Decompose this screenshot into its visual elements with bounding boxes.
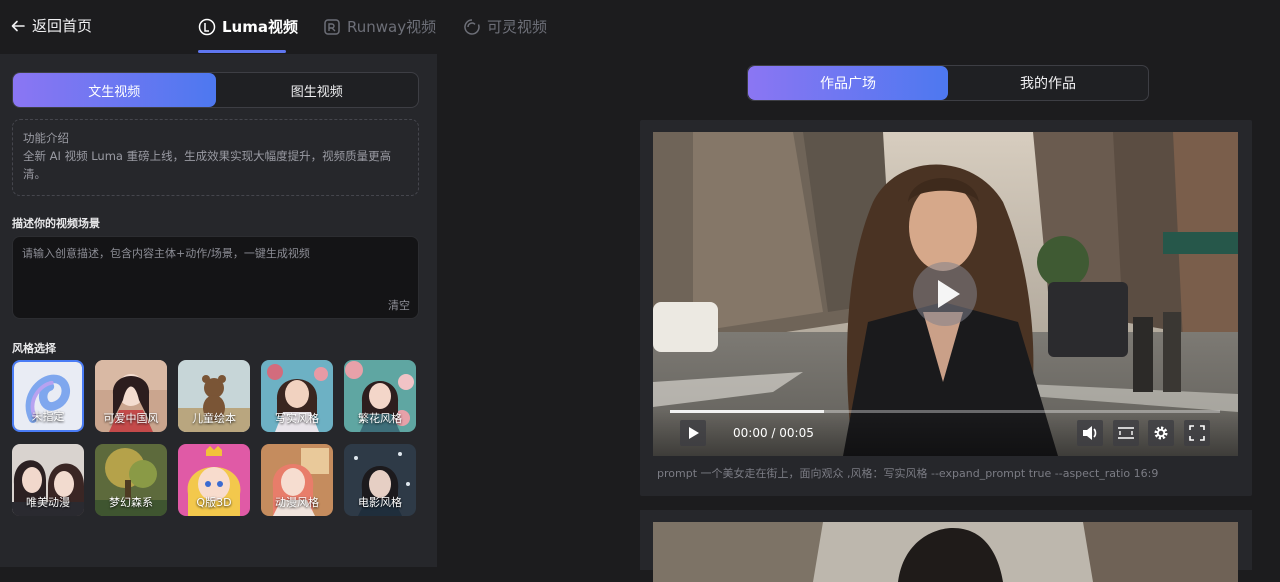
style-name: 电影风格 (358, 496, 402, 509)
style-card-realistic[interactable]: 写实风格 (261, 360, 333, 432)
clear-button[interactable]: 清空 (388, 297, 410, 313)
fullscreen-icon (1189, 425, 1205, 441)
style-name: 可爱中国风 (103, 412, 159, 425)
video-frame (653, 522, 1238, 582)
style-name: 唯美动漫 (26, 496, 70, 509)
gallery-switch: 作品广场 我的作品 (747, 65, 1149, 101)
text-to-video-tab[interactable]: 文生视频 (13, 73, 216, 107)
volume-icon (1083, 426, 1097, 440)
style-label: 风格选择 (12, 342, 56, 355)
tab-kling[interactable]: 可灵视频 (463, 16, 547, 37)
feature-intro-box: 功能介绍 全新 AI 视频 Luma 重磅上线，生成效果实现大幅度提升，视频质量… (12, 119, 419, 196)
kling-logo-icon (464, 18, 480, 35)
style-card-unspecified[interactable]: 未指定 (12, 360, 84, 432)
style-card-anime[interactable]: 动漫风格 (261, 444, 333, 516)
tab-luma[interactable]: Luma视频 (198, 16, 298, 37)
tab-luma-label: Luma视频 (222, 18, 298, 36)
style-card-q-3d[interactable]: Q版3D (178, 444, 250, 516)
gear-icon (1154, 426, 1168, 440)
style-card-kids-picture-book[interactable]: 儿童绘本 (178, 360, 250, 432)
feature-intro-text: 全新 AI 视频 Luma 重磅上线，生成效果实现大幅度提升，视频质量更高清。 (23, 149, 392, 181)
style-name: 梦幻森系 (109, 496, 153, 509)
mute-button[interactable] (1077, 420, 1103, 446)
scene-input-box: 清空 (12, 236, 419, 319)
style-card-fantasy-forest[interactable]: 梦幻森系 (95, 444, 167, 516)
my-works-tab[interactable]: 我的作品 (948, 66, 1148, 100)
arrow-left-icon (11, 20, 25, 31)
works-plaza-tab[interactable]: 作品广场 (748, 66, 948, 100)
tab-runway[interactable]: Runway视频 (323, 16, 436, 37)
settings-button[interactable] (1148, 420, 1174, 446)
video-card: 00:00 / 00:05 prompt 一个美女走在街上，面向观众 ,风格：写… (640, 120, 1252, 496)
tab-runway-label: Runway视频 (347, 18, 437, 36)
theater-mode-button[interactable] (1113, 420, 1139, 446)
style-card-cute-chinese[interactable]: 可爱中国风 (95, 360, 167, 432)
video-prompt: prompt 一个美女走在街上，面向观众 ,风格：写实风格 --expand_p… (657, 467, 1159, 480)
wide-mode-icon (1118, 427, 1134, 439)
top-bar: 返回首页 Luma视频 Runway视频 可灵视频 (0, 0, 1280, 54)
tab-kling-label: 可灵视频 (487, 18, 548, 36)
back-home-label: 返回首页 (32, 17, 93, 35)
video-controls: 00:00 / 00:05 (653, 410, 1238, 456)
luma-logo-icon (198, 18, 216, 35)
style-name: 繁花风格 (358, 412, 402, 425)
style-name: 儿童绘本 (192, 412, 236, 425)
generation-panel: 文生视频 图生视频 功能介绍 全新 AI 视频 Luma 重磅上线，生成效果实现… (0, 54, 437, 567)
runway-logo-icon (324, 18, 340, 35)
style-name: Q版3D (196, 496, 232, 509)
fullscreen-button[interactable] (1184, 420, 1210, 446)
mode-switch: 文生视频 图生视频 (12, 72, 419, 108)
time-display: 00:00 / 00:05 (733, 426, 814, 440)
style-card-blossom[interactable]: 繁花风格 (344, 360, 416, 432)
style-name: 动漫风格 (275, 496, 319, 509)
style-name: 未指定 (31, 410, 65, 423)
active-tab-indicator (198, 50, 286, 53)
video-player[interactable] (653, 522, 1238, 582)
video-card (640, 510, 1252, 582)
progress-bar[interactable] (670, 410, 1220, 413)
back-home-button[interactable]: 返回首页 (10, 15, 92, 36)
play-button[interactable] (680, 420, 706, 446)
big-play-button[interactable] (913, 262, 977, 326)
image-to-video-tab[interactable]: 图生视频 (216, 73, 419, 107)
progress-fill (670, 410, 824, 413)
play-icon (689, 427, 699, 439)
scene-input[interactable] (13, 237, 418, 297)
scene-label: 描述你的视频场景 (12, 217, 100, 230)
video-player[interactable]: 00:00 / 00:05 (653, 132, 1238, 456)
gallery-panel: 作品广场 我的作品 00:00 / 00:05 prompt 一个美女走在街上，… (437, 54, 1280, 582)
style-card-cinematic[interactable]: 电影风格 (344, 444, 416, 516)
style-name: 写实风格 (275, 412, 319, 425)
feature-intro-title: 功能介绍 (23, 131, 69, 145)
play-icon (938, 280, 960, 308)
style-card-aesthetic-anime[interactable]: 唯美动漫 (12, 444, 84, 516)
